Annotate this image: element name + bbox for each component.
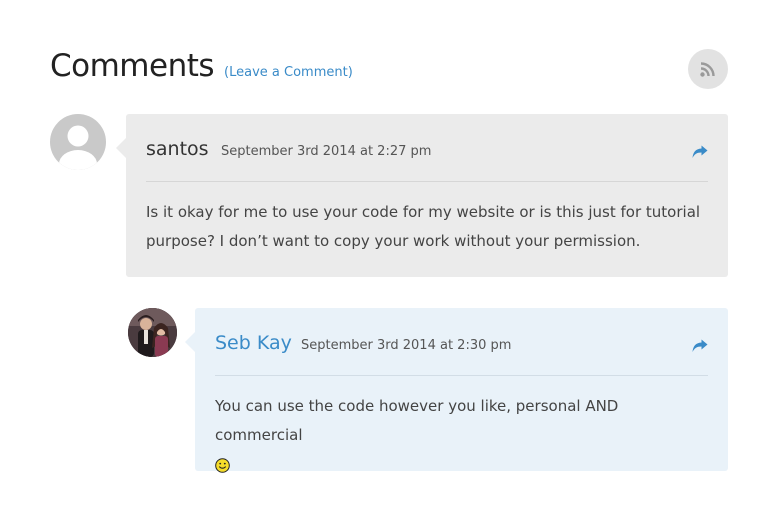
comment-body: You can use the code however you like, p… <box>215 392 708 483</box>
comment-date: September 3rd 2014 at 2:27 pm <box>221 144 432 159</box>
smiley-emoji-icon <box>215 454 230 483</box>
comment-author-link[interactable]: Seb Kay <box>215 332 292 354</box>
comment-date: September 3rd 2014 at 2:30 pm <box>301 338 512 353</box>
comment-text: You can use the code however you like, p… <box>215 397 619 444</box>
comment-author: santos <box>146 138 209 160</box>
comment-header: Seb Kay September 3rd 2014 at 2:30 pm <box>215 330 708 376</box>
comment-header: santos September 3rd 2014 at 2:27 pm <box>146 136 708 182</box>
page-title: Comments <box>50 48 215 84</box>
reply-button[interactable] <box>692 144 708 163</box>
rss-icon <box>700 62 715 77</box>
comment: santos September 3rd 2014 at 2:27 pm Is … <box>116 114 728 277</box>
comments-header: Comments (Leave a Comment) <box>50 48 353 84</box>
reply-arrow-icon <box>692 145 708 158</box>
user-photo-avatar-icon <box>128 308 177 357</box>
reply-arrow-icon <box>692 339 708 352</box>
reply-button[interactable] <box>692 338 708 357</box>
comment-text: Is it okay for me to use your code for m… <box>146 203 701 250</box>
avatar-photo <box>128 308 177 357</box>
avatar-default <box>50 114 106 170</box>
reply-comment: Seb Kay September 3rd 2014 at 2:30 pm Yo… <box>185 308 728 473</box>
rss-button[interactable] <box>688 49 728 89</box>
leave-comment-link[interactable]: (Leave a Comment) <box>224 65 353 80</box>
default-user-avatar-icon <box>59 125 97 170</box>
